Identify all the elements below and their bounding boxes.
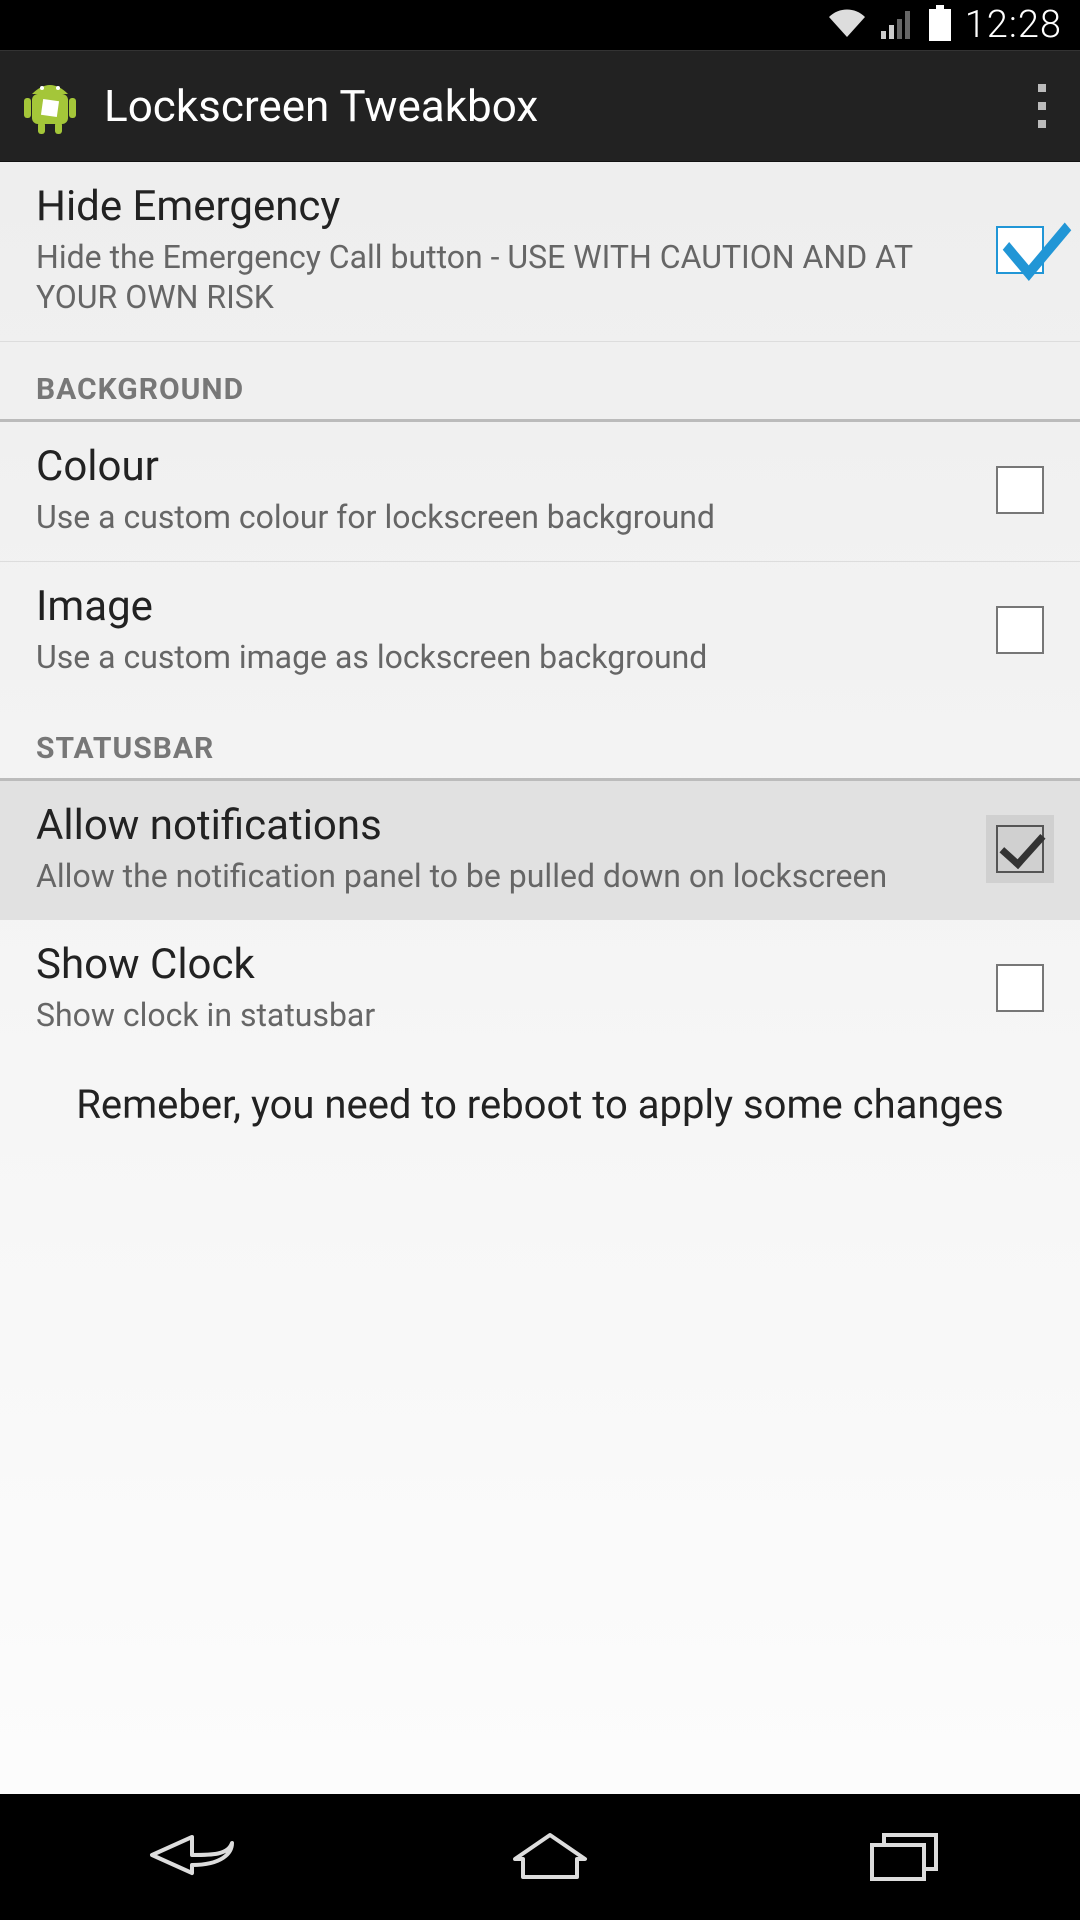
pref-title: Allow notifications <box>36 801 972 850</box>
pref-summary: Show clock in statusbar <box>36 995 972 1035</box>
pref-allow-notifications[interactable]: Allow notifications Allow the notificati… <box>0 781 1080 920</box>
checkbox-colour[interactable] <box>996 466 1044 514</box>
wifi-icon <box>827 7 867 43</box>
overflow-menu-button[interactable] <box>1022 76 1062 136</box>
pref-summary: Allow the notification panel to be pulle… <box>36 856 972 896</box>
navigation-bar <box>0 1794 1080 1920</box>
signal-icon <box>881 7 915 43</box>
pref-title: Show Clock <box>36 940 972 989</box>
checkbox-allow-notifications[interactable] <box>996 825 1044 873</box>
pref-title: Colour <box>36 442 972 491</box>
pref-hide-emergency[interactable]: Hide Emergency Hide the Emergency Call b… <box>0 162 1080 342</box>
pref-title: Hide Emergency <box>36 182 972 231</box>
app-icon <box>18 74 82 138</box>
footer-note: Remeber, you need to reboot to apply som… <box>0 1059 1080 1151</box>
back-button[interactable] <box>132 1825 242 1889</box>
pref-image[interactable]: Image Use a custom image as lockscreen b… <box>0 562 1080 701</box>
checkbox-hide-emergency[interactable] <box>996 226 1044 274</box>
action-bar: Lockscreen Tweakbox <box>0 50 1080 162</box>
recents-button[interactable] <box>858 1825 948 1889</box>
category-statusbar: STATUSBAR <box>0 701 1080 781</box>
clock-text: 12:28 <box>965 3 1062 47</box>
checkbox-show-clock[interactable] <box>996 964 1044 1012</box>
pref-colour[interactable]: Colour Use a custom colour for lockscree… <box>0 422 1080 562</box>
pref-summary: Use a custom image as lockscreen backgro… <box>36 637 972 677</box>
settings-list: Hide Emergency Hide the Emergency Call b… <box>0 162 1080 1794</box>
pref-show-clock[interactable]: Show Clock Show clock in statusbar <box>0 920 1080 1059</box>
pref-title: Image <box>36 582 972 631</box>
home-button[interactable] <box>505 1825 595 1889</box>
pref-summary: Use a custom colour for lockscreen backg… <box>36 497 972 537</box>
category-background: BACKGROUND <box>0 342 1080 422</box>
battery-icon <box>929 5 951 45</box>
pref-summary: Hide the Emergency Call button - USE WIT… <box>36 237 972 317</box>
app-title: Lockscreen Tweakbox <box>104 80 1000 132</box>
checkbox-image[interactable] <box>996 606 1044 654</box>
system-statusbar: 12:28 <box>0 0 1080 50</box>
